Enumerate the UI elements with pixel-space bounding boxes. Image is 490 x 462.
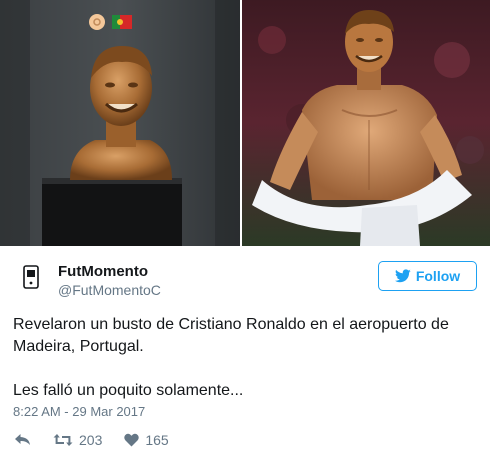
follow-label: Follow [415,268,461,284]
author-handle[interactable]: @FutMomentoC [58,282,161,298]
tweet-text-line: Revelaron un busto de Cristiano Ronaldo … [13,316,449,355]
tweet-actions: 203 165 [14,430,191,450]
reply-icon [14,433,31,447]
tweet-text: Revelaron un busto de Cristiano Ronaldo … [13,314,473,402]
tweet-media[interactable] [0,0,490,246]
like-button[interactable]: 165 [124,432,169,448]
retweet-count: 203 [79,432,103,448]
reply-button[interactable] [14,433,31,447]
author-avatar[interactable] [13,263,49,299]
retweet-button[interactable]: 203 [53,432,102,448]
retweet-icon [53,433,73,447]
author-name[interactable]: FutMomento [58,263,148,280]
twitter-bird-icon [394,269,411,283]
celebration-photo[interactable] [242,0,490,246]
heart-icon [124,433,140,447]
tweet-text-line: Les falló un poquito solamente... [13,382,244,399]
tweet-timestamp[interactable]: 8:22 AM - 29 Mar 2017 [13,404,145,419]
follow-button[interactable]: Follow [378,261,477,291]
bust-photo[interactable] [0,0,240,246]
like-count: 165 [145,432,169,448]
